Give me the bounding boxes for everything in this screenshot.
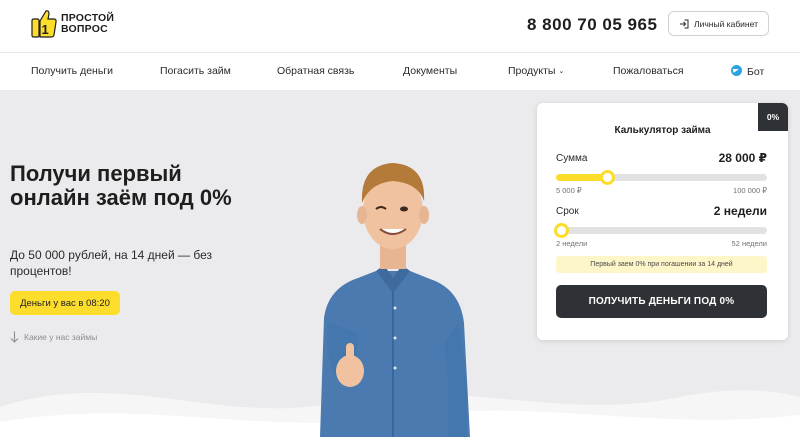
term-min-label: 2 недели: [556, 239, 588, 248]
amount-slider-handle[interactable]: [600, 170, 616, 185]
nav-item-label: Обратная связь: [277, 65, 355, 77]
personal-cabinet-label: Личный кабинет: [694, 18, 758, 29]
amount-slider[interactable]: [556, 170, 767, 185]
thumbs-up-logo-icon: 1: [31, 10, 57, 38]
nav-item-label: Погасить займ: [160, 65, 231, 77]
arrow-down-icon: [10, 331, 19, 343]
term-max-label: 52 недели: [731, 239, 767, 248]
login-icon: [680, 19, 689, 28]
logo-line-2: ВОПРОС: [61, 23, 108, 35]
term-value: 2 недели: [713, 204, 767, 218]
personal-cabinet-button[interactable]: Личный кабинет: [668, 11, 769, 36]
site-header: 1 ПРОСТОЙ ВОПРОС 8 800 70 05 965 Личный …: [0, 0, 800, 52]
promo-note: Первый заем 0% при погашении за 14 дней: [556, 256, 767, 273]
amount-min-label: 5 000 ₽: [556, 186, 582, 195]
nav-item-label: Пожаловаться: [613, 65, 684, 77]
nav-item-documents[interactable]: Документы: [403, 65, 457, 77]
nav-item-get-money[interactable]: Получить деньги: [31, 65, 113, 77]
money-time-button[interactable]: Деньги у вас в 08:20: [10, 291, 120, 315]
main-nav: Получить деньги Погасить займ Обратная с…: [0, 53, 800, 90]
logo[interactable]: 1 ПРОСТОЙ ВОПРОС: [31, 7, 141, 41]
term-slider-handle[interactable]: [554, 223, 569, 238]
hero-title: Получи первый онлайн заём под 0%: [10, 161, 232, 210]
nav-item-label: Продукты: [508, 65, 556, 77]
chevron-down-icon: ⌄: [558, 68, 565, 75]
nav-item-label: Бот: [747, 66, 765, 78]
hero-subtitle: До 50 000 рублей, на 14 дней — без проце…: [10, 248, 213, 278]
amount-label: Сумма: [556, 153, 588, 164]
get-money-button[interactable]: ПОЛУЧИТЬ ДЕНЬГИ ПОД 0%: [556, 285, 767, 318]
amount-value: 28 000 ₽: [718, 151, 767, 165]
nav-item-complain[interactable]: Пожаловаться: [613, 65, 684, 77]
nav-item-label: Документы: [403, 65, 458, 77]
amount-max-label: 100 000 ₽: [733, 186, 767, 195]
calculator-title: Калькулятор займа: [614, 125, 711, 136]
nav-item-products[interactable]: Продукты ⌄: [508, 65, 564, 77]
nav-item-label: Получить деньги: [31, 65, 113, 77]
loan-calculator: 0% Калькулятор займа Сумма 28 000 ₽ 5 00…: [537, 103, 788, 340]
term-slider[interactable]: [554, 223, 767, 238]
nav-item-repay-loan[interactable]: Погасить займ: [160, 65, 231, 77]
smiling-man-thumbs-up-image: [320, 163, 470, 437]
telegram-icon: [731, 65, 742, 76]
our-loans-link-label: Какие у нас займы: [24, 332, 98, 342]
our-loans-link[interactable]: Какие у нас займы: [10, 331, 97, 343]
nav-item-feedback[interactable]: Обратная связь: [277, 65, 354, 77]
svg-text:1: 1: [42, 22, 49, 37]
nav-item-bot[interactable]: Бот: [731, 65, 764, 78]
logo-text: ПРОСТОЙ ВОПРОС: [61, 13, 114, 35]
phone-number[interactable]: 8 800 70 05 965: [527, 15, 657, 35]
term-label: Срок: [556, 206, 579, 217]
